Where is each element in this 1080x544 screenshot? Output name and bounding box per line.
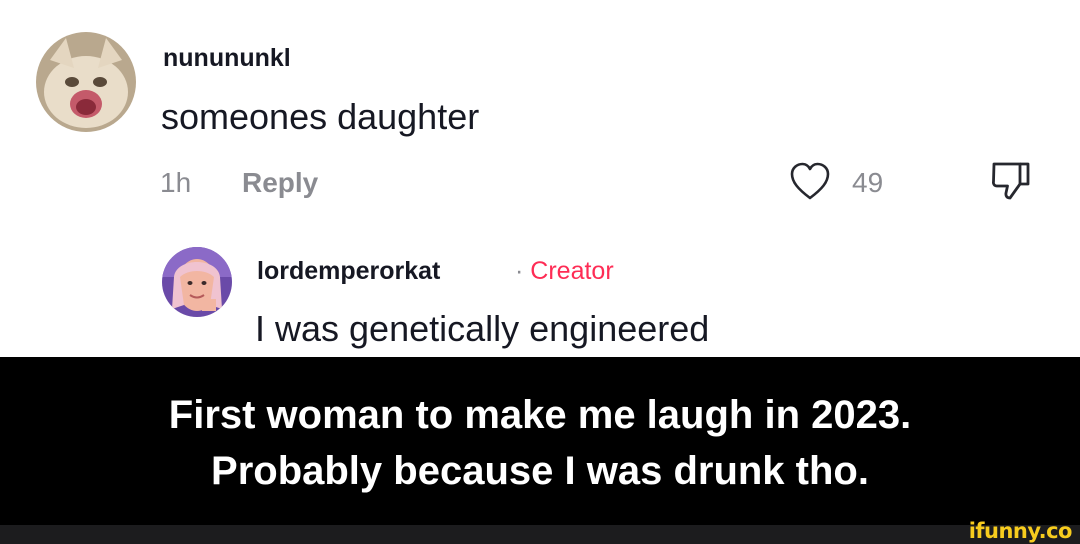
separator-dot: · bbox=[515, 257, 524, 285]
ifunny-watermark: ifunny.co bbox=[968, 519, 1073, 543]
heart-outline-icon bbox=[790, 162, 830, 200]
like-count: 49 bbox=[852, 167, 884, 198]
commenter-username[interactable]: nunununkl bbox=[163, 44, 291, 73]
creator-badge: Creator bbox=[530, 257, 614, 285]
comment-timestamp: 1h bbox=[160, 167, 192, 198]
like-button[interactable] bbox=[788, 160, 832, 204]
thumbs-down-icon bbox=[992, 162, 1030, 200]
comment-text: someones daughter bbox=[161, 96, 480, 137]
caption-line-1: First woman to make me laugh in 2023. bbox=[168, 393, 912, 437]
dislike-button[interactable] bbox=[988, 158, 1034, 204]
creator-username[interactable]: lordemperorkat bbox=[257, 257, 440, 286]
caption-line-2: Probably because I was drunk tho. bbox=[211, 449, 869, 493]
comment-thread: nunununkl someones daughter 1h Reply 49 bbox=[0, 0, 1080, 357]
meme-caption: First woman to make me laugh in 2023. Pr… bbox=[0, 357, 1080, 525]
creator-label: · Creator bbox=[515, 257, 614, 286]
creator-avatar[interactable] bbox=[162, 247, 232, 317]
commenter-avatar[interactable] bbox=[36, 32, 136, 132]
watermark-bar: ifunny.co bbox=[0, 519, 1080, 544]
reply-text: I was genetically engineered bbox=[255, 308, 710, 349]
screenshot: nunununkl someones daughter 1h Reply 49 bbox=[0, 0, 1080, 544]
reply-button[interactable]: Reply bbox=[242, 167, 318, 199]
